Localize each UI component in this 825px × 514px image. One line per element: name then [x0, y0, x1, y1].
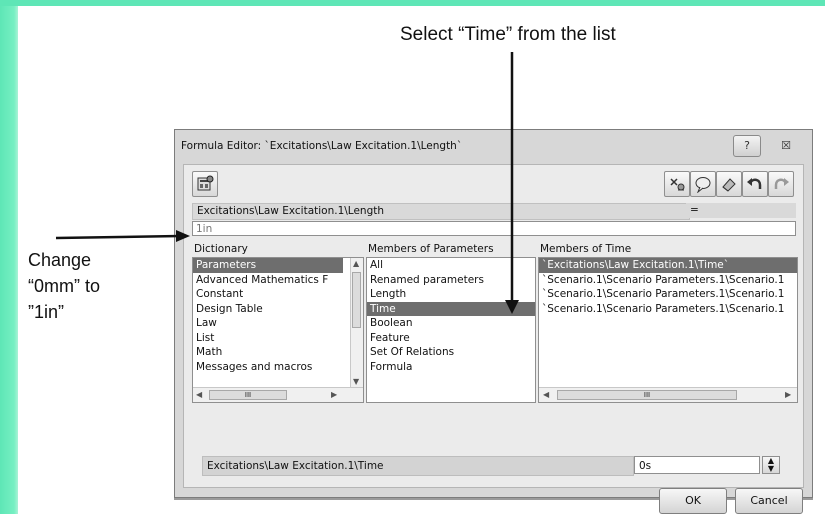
scroll-down-icon[interactable]: ▼ [353, 377, 359, 386]
comment-icon[interactable] [690, 171, 716, 197]
parameter-member-item[interactable]: Feature [367, 331, 535, 346]
scroll-thumb[interactable]: III [557, 390, 737, 400]
member-value-field[interactable]: 0s [634, 456, 760, 474]
dialog-body: Excitations\Law Excitation.1\Length = 1i… [183, 164, 804, 514]
scroll-left-icon[interactable]: ◀ [543, 390, 549, 399]
scroll-thumb[interactable]: III [209, 390, 287, 400]
redo-icon[interactable] [768, 171, 794, 197]
debug-icon[interactable] [664, 171, 690, 197]
dictionary-item[interactable]: Constant [193, 287, 363, 302]
parameter-member-item[interactable]: Boolean [367, 316, 535, 331]
close-button[interactable]: ☒ [765, 135, 807, 157]
parameter-member-item[interactable]: Formula [367, 360, 535, 375]
parameter-member-item[interactable]: Set Of Relations [367, 345, 535, 360]
left-instruction-line-1: Change [28, 250, 92, 270]
parameter-member-item[interactable]: Length [367, 287, 535, 302]
parameter-member-item[interactable]: Renamed parameters [367, 273, 535, 288]
dictionary-item[interactable]: Messages and macros [193, 360, 363, 375]
members-of-time-hscrollbar[interactable]: ◀ III ▶ [539, 387, 797, 402]
dictionary-hscrollbar[interactable]: ◀ III ▶ [193, 387, 363, 402]
formula-path-label: Excitations\Law Excitation.1\Length [192, 203, 690, 220]
scroll-up-icon[interactable]: ▲ [353, 259, 359, 268]
help-button[interactable]: ? [733, 135, 761, 157]
dictionary-item[interactable]: Math [193, 345, 363, 360]
dictionary-vscrollbar[interactable]: ▲ ▼ [350, 258, 363, 387]
ok-button[interactable]: OK [659, 488, 727, 514]
dialog-title: Formula Editor: `Excitations\Law Excitat… [181, 140, 463, 152]
members-of-parameters-header: Members of Parameters [368, 243, 494, 255]
dialog-titlebar: Formula Editor: `Excitations\Law Excitat… [175, 130, 812, 160]
left-instruction: Change “0mm” to ”1in” [28, 247, 100, 325]
formula-params-icon[interactable] [192, 171, 218, 197]
formula-input[interactable]: 1in [192, 221, 796, 236]
time-member-item[interactable]: `Scenario.1\Scenario Parameters.1\Scenar… [539, 273, 797, 288]
time-member-item[interactable]: `Scenario.1\Scenario Parameters.1\Scenar… [539, 302, 797, 317]
undo-icon[interactable] [742, 171, 768, 197]
dictionary-list[interactable]: Parameters Advanced Mathematics F Consta… [192, 257, 364, 403]
members-of-time-list[interactable]: `Excitations\Law Excitation.1\Time` `Sce… [538, 257, 798, 403]
selected-member-path: Excitations\Law Excitation.1\Time [202, 456, 634, 476]
parameter-member-item-time[interactable]: Time [367, 301, 535, 316]
parameter-member-item[interactable]: All [367, 258, 535, 273]
dictionary-header: Dictionary [194, 243, 248, 255]
time-member-item[interactable]: `Excitations\Law Excitation.1\Time` [539, 258, 797, 273]
spin-down-icon[interactable]: ▼ [763, 465, 779, 473]
top-instruction: Select “Time” from the list [400, 24, 616, 45]
left-instruction-line-3: ”1in” [28, 302, 65, 322]
left-instruction-line-2: “0mm” to [28, 276, 100, 296]
value-spinner[interactable]: ▲ ▼ [762, 456, 780, 474]
formula-editor-dialog: Formula Editor: `Excitations\Law Excitat… [174, 129, 813, 514]
members-of-time-header: Members of Time [540, 243, 632, 255]
dictionary-item[interactable]: Design Table [193, 302, 363, 317]
cancel-button[interactable]: Cancel [735, 488, 803, 514]
dictionary-item[interactable]: Law [193, 316, 363, 331]
members-of-parameters-list[interactable]: All Renamed parameters Length Time Boole… [366, 257, 536, 403]
dictionary-item[interactable]: Parameters [193, 258, 343, 273]
scroll-thumb[interactable] [352, 272, 361, 328]
time-member-item[interactable]: `Scenario.1\Scenario Parameters.1\Scenar… [539, 287, 797, 302]
dictionary-item[interactable]: List [193, 331, 363, 346]
dictionary-item[interactable]: Advanced Mathematics F [193, 273, 363, 288]
scroll-left-icon[interactable]: ◀ [196, 390, 202, 399]
eraser-icon[interactable] [716, 171, 742, 197]
scroll-right-icon[interactable]: ▶ [785, 390, 791, 399]
scroll-right-icon[interactable]: ▶ [331, 390, 337, 399]
equals-label: = [686, 203, 796, 218]
